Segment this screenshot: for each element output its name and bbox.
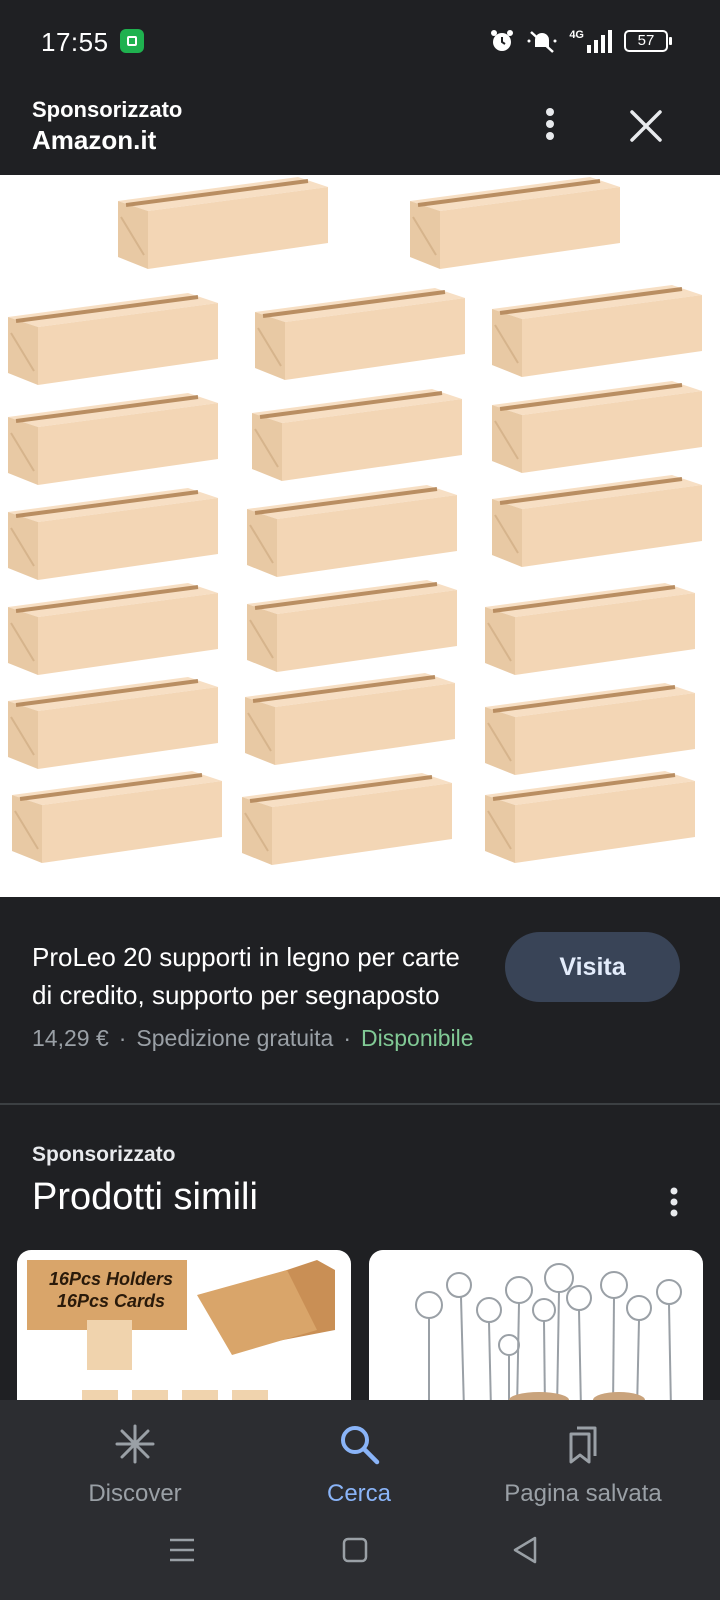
similar-sponsored-label: Sponsorizzato <box>32 1143 176 1166</box>
search-icon <box>341 1426 380 1465</box>
bookmarks-icon <box>569 1426 597 1464</box>
nav-item-saved[interactable]: Pagina salvata <box>483 1422 683 1508</box>
sponsored-label: Sponsorizzato <box>32 97 183 122</box>
separator-dot: · <box>343 1025 352 1051</box>
product-image[interactable] <box>0 175 720 897</box>
ad-header: Sponsorizzato Amazon.it <box>0 82 720 175</box>
similar-product-card[interactable]: 16Pcs Holders 16Pcs Cards <box>17 1250 351 1410</box>
nav-item-discover[interactable]: Discover <box>35 1422 235 1508</box>
status-icons: 4G 57 <box>489 26 672 56</box>
nav-item-search[interactable]: Cerca <box>259 1422 459 1508</box>
home-icon[interactable] <box>335 1530 375 1570</box>
close-icon[interactable] <box>622 102 670 150</box>
app-notification-icon <box>120 29 144 53</box>
back-icon[interactable] <box>505 1530 545 1570</box>
menu-icon[interactable] <box>162 1530 202 1570</box>
network-type-label: 4G <box>569 29 584 41</box>
card-badge: 16Pcs Holders 16Pcs Cards <box>41 1268 181 1312</box>
more-options-icon[interactable] <box>530 104 570 144</box>
more-options-icon[interactable] <box>656 1184 692 1220</box>
separator-dot: · <box>118 1025 127 1051</box>
card-badge-line: 16Pcs Holders <box>48 1269 174 1289</box>
mute-icon <box>527 31 557 53</box>
similar-product-card[interactable] <box>369 1250 703 1410</box>
product-title[interactable]: ProLeo 20 supporti in legno per carte di… <box>32 938 472 1014</box>
visit-button[interactable]: Visita <box>505 932 680 1002</box>
product-price: 14,29 € <box>32 1025 109 1051</box>
availability-status: Disponibile <box>361 1025 474 1051</box>
card-badge-line: 16Pcs Cards <box>56 1291 166 1311</box>
merchant-name: Amazon.it <box>32 125 157 155</box>
product-meta: 14,29 € · Spedizione gratuita · Disponibile <box>32 1025 474 1052</box>
shipping-info: Spedizione gratuita <box>136 1025 334 1051</box>
asterisk-icon <box>115 1424 155 1464</box>
battery-icon: 57 <box>624 30 672 52</box>
wire-photo-holders-image <box>415 1263 682 1410</box>
status-time: 17:55 <box>41 27 109 57</box>
alarm-icon <box>491 30 514 51</box>
system-navigation-bar <box>0 1500 720 1600</box>
section-divider <box>0 1103 720 1105</box>
signal-icon <box>587 30 612 53</box>
similar-products-title: Prodotti simili <box>32 1176 258 1218</box>
wooden-blocks-illustration <box>6 175 704 867</box>
status-bar: 17:55 4G 57 <box>0 0 720 82</box>
